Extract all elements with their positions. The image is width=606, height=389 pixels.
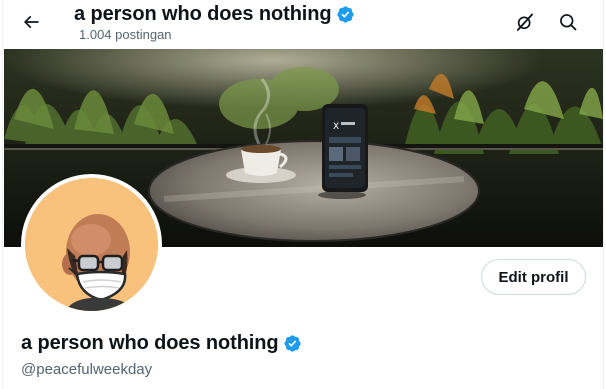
- grok-icon: [517, 13, 533, 31]
- verified-badge-icon: [336, 5, 355, 24]
- verified-badge-icon[interactable]: [283, 334, 302, 353]
- profile-page: a person who does nothing 1.004 postinga…: [0, 0, 606, 389]
- search-button[interactable]: [550, 4, 586, 40]
- header-title-row: a person who does nothing: [74, 1, 355, 27]
- svg-text:X: X: [333, 122, 339, 132]
- profile-name-row: a person who does nothing: [21, 330, 302, 356]
- search-icon: [560, 14, 577, 31]
- avatar-illustration: [25, 178, 158, 311]
- grok-button[interactable]: [507, 4, 543, 40]
- post-count: 1.004 postingan: [79, 27, 172, 42]
- column-border-left: [2, 0, 3, 389]
- header-title: a person who does nothing: [74, 3, 332, 25]
- profile-avatar[interactable]: [21, 174, 162, 315]
- back-button[interactable]: [13, 4, 49, 40]
- profile-name: a person who does nothing: [21, 332, 279, 354]
- profile-header: a person who does nothing 1.004 postinga…: [4, 0, 603, 49]
- profile-handle: @peacefulweekday: [21, 361, 153, 378]
- edit-profile-button[interactable]: Edit profil: [481, 259, 586, 295]
- arrow-left-icon: [23, 15, 39, 29]
- column-border-right: [603, 0, 604, 389]
